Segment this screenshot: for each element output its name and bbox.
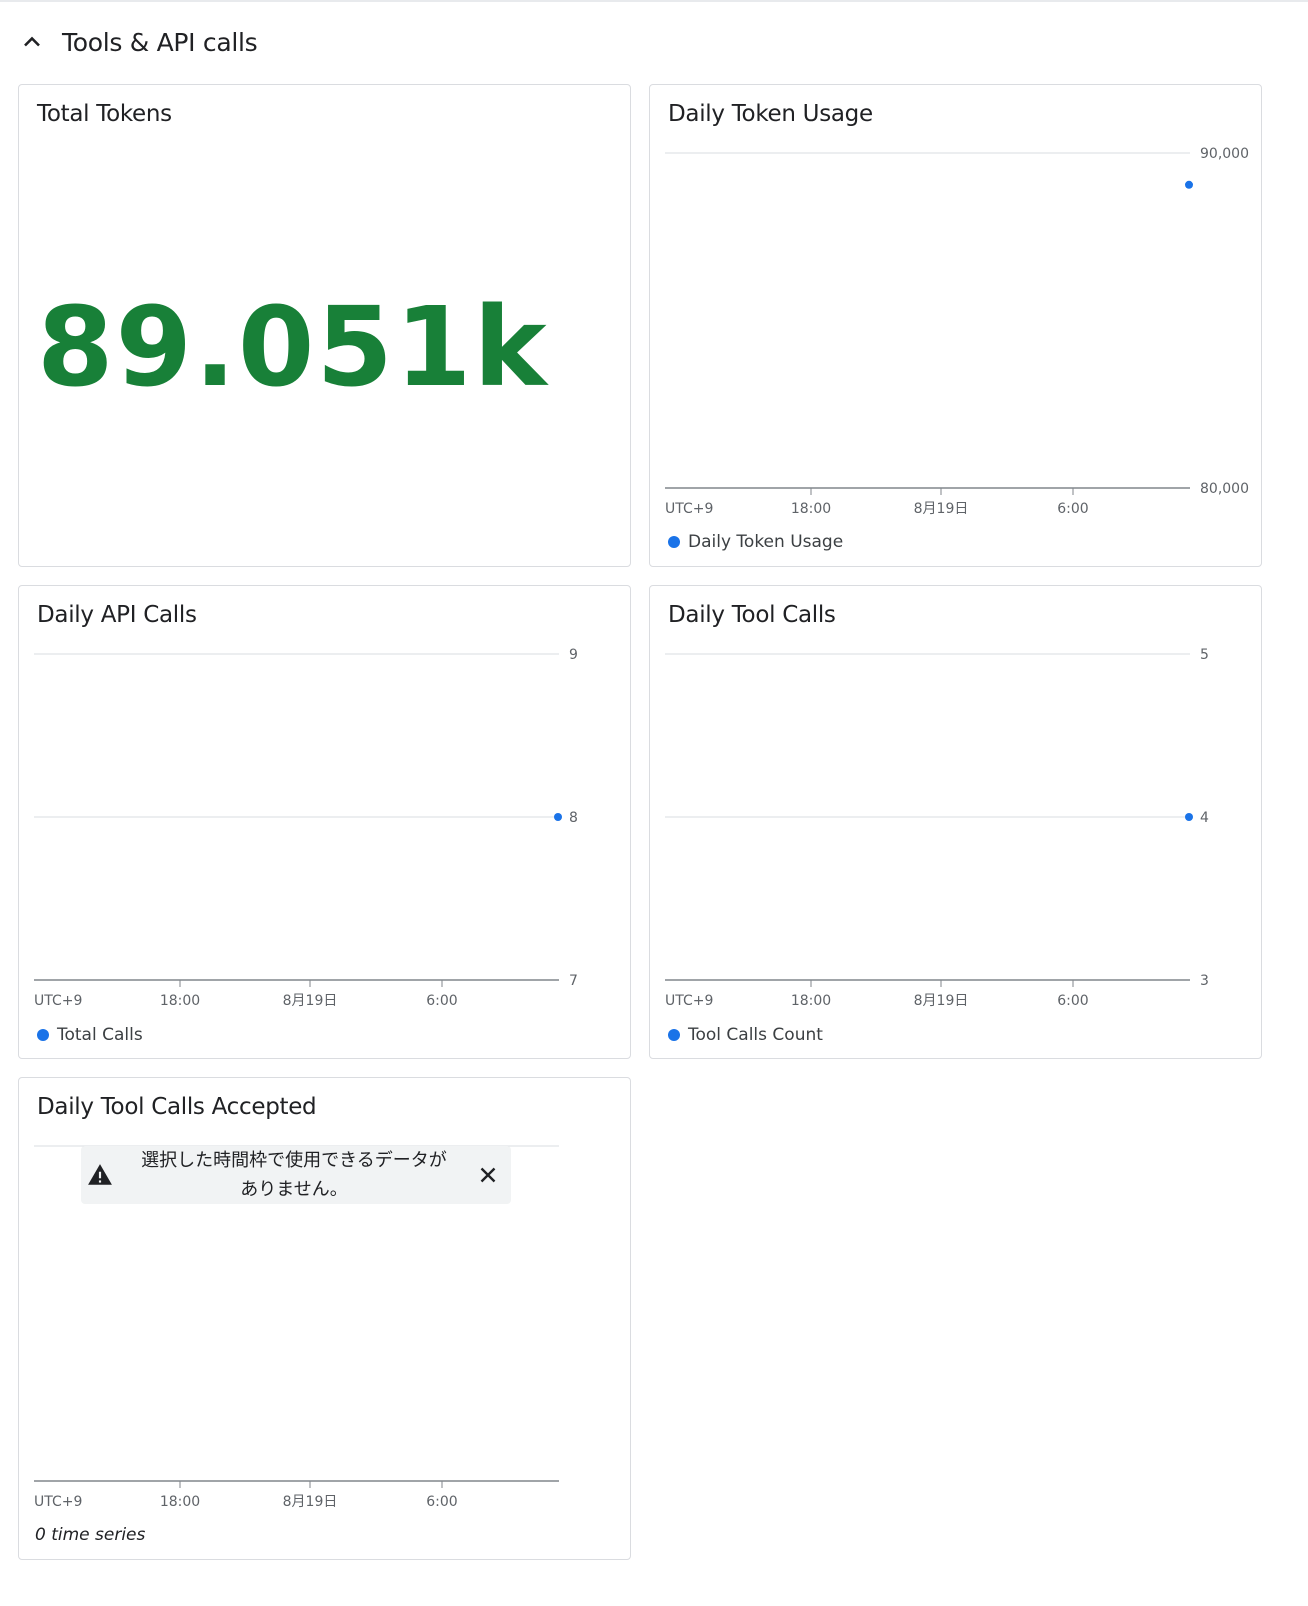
x-tick-label: UTC+9 (665, 501, 713, 517)
warning-icon (88, 1164, 112, 1185)
top-divider (0, 0, 1308, 2)
legend-label: Daily Token Usage (688, 532, 844, 552)
x-tick-label: 18:00 (791, 993, 831, 1009)
y-tick-label: 90,000 (1200, 146, 1249, 162)
notice-line: ありません。 (240, 1179, 348, 1200)
notice-line: 選択した時間枠で使用できるデータが (141, 1150, 447, 1171)
y-tick-label: 80,000 (1200, 481, 1249, 497)
legend-dot (37, 1029, 49, 1041)
no-data-notice: 選択した時間枠で使用できるデータが ありません。 (81, 1146, 511, 1204)
legend-label: Total Calls (57, 1025, 143, 1045)
total-tokens-value: 89.051k (37, 283, 549, 411)
chart-legend[interactable]: Daily Token Usage (668, 532, 843, 552)
y-tick-label: 3 (1200, 973, 1209, 989)
card-title: Total Tokens (37, 101, 172, 127)
x-tick-label: UTC+9 (34, 993, 82, 1009)
x-tick-label: 6:00 (426, 993, 457, 1009)
data-point[interactable] (554, 813, 562, 821)
notice-message: 選択した時間枠で使用できるデータが ありません。 (125, 1146, 463, 1204)
x-tick-label: 8月19日 (914, 993, 969, 1009)
y-tick-label: 7 (569, 973, 578, 989)
x-tick-label: 8月19日 (283, 993, 338, 1009)
x-tick-label: 8月19日 (914, 501, 969, 517)
daily-tool-calls-card: Daily Tool Calls 5 4 3 UTC+9 18:00 8月19日… (649, 585, 1262, 1059)
x-tick-label: 18:00 (160, 1494, 200, 1510)
chart-legend[interactable]: Tool Calls Count (668, 1025, 823, 1045)
section-header-tools-api-calls[interactable]: Tools & API calls (18, 22, 258, 62)
legend-dot (668, 536, 680, 548)
time-series-count: 0 time series (35, 1525, 146, 1545)
y-tick-label: 4 (1200, 810, 1209, 826)
x-tick-label: UTC+9 (665, 993, 713, 1009)
x-tick-label: 6:00 (1057, 993, 1088, 1009)
total-tokens-card: Total Tokens 89.051k (18, 84, 631, 567)
data-point[interactable] (1185, 180, 1193, 189)
daily-tool-calls-accepted-chart: UTC+9 18:00 8月19日 6:00 (34, 1145, 559, 1510)
x-tick-label: 8月19日 (283, 1494, 338, 1510)
y-tick-label: 9 (569, 647, 578, 663)
section-title: Tools & API calls (62, 27, 258, 57)
legend-dot (668, 1029, 680, 1041)
daily-api-calls-chart: 9 8 7 UTC+9 18:00 8月19日 6:00 (34, 647, 578, 1009)
x-tick-label: 18:00 (160, 993, 200, 1009)
x-tick-label: 6:00 (426, 1494, 457, 1510)
x-tick-label: UTC+9 (34, 1494, 82, 1510)
close-icon[interactable] (475, 1162, 501, 1188)
legend-label: Tool Calls Count (688, 1025, 823, 1045)
chevron-up-icon[interactable] (18, 28, 46, 56)
daily-token-usage-chart: 90,000 80,000 UTC+9 18:00 8月19日 6:00 (665, 146, 1249, 517)
daily-api-calls-card: Daily API Calls 9 8 7 UTC+9 18:00 8月19日 … (18, 585, 631, 1059)
data-point[interactable] (1185, 813, 1193, 821)
daily-token-usage-card: Daily Token Usage 90,000 80,000 UTC+9 18… (649, 84, 1262, 567)
daily-tool-calls-accepted-card: Daily Tool Calls Accepted UTC+9 18:00 8月… (18, 1077, 631, 1560)
y-tick-label: 5 (1200, 647, 1209, 663)
x-tick-label: 6:00 (1057, 501, 1088, 517)
x-tick-label: 18:00 (791, 501, 831, 517)
daily-tool-calls-chart: 5 4 3 UTC+9 18:00 8月19日 6:00 (665, 647, 1209, 1009)
chart-legend[interactable]: Total Calls (37, 1025, 143, 1045)
y-tick-label: 8 (569, 810, 578, 826)
